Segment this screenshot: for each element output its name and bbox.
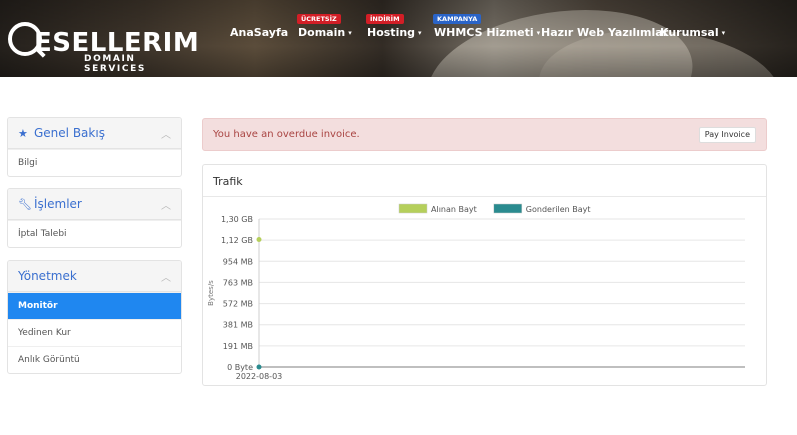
chevron-up-icon[interactable]: ︿: [161, 197, 171, 212]
nav-whmcs-label: WHMCS Hizmeti: [434, 26, 534, 39]
nav-home[interactable]: AnaSayfa: [230, 26, 288, 40]
panel-actions-header[interactable]: 🔧︎ İşlemler ︿: [8, 189, 181, 220]
legend-swatch: [493, 203, 523, 214]
site-logo[interactable]: ESELLERIM DOMAIN SERVICES: [8, 16, 199, 74]
alert-message: You have an overdue invoice.: [213, 129, 360, 140]
chevron-up-icon[interactable]: ︿: [161, 269, 171, 284]
sidebar-item-label: İptal Talebi: [18, 229, 67, 239]
panel-overview-title: ★ Genel Bakış: [18, 126, 105, 140]
traffic-card: Trafik 1,30 GB 1,12 GB 954 MB 763 MB 572 MB 3…: [202, 164, 767, 386]
chevron-down-icon: ▾: [721, 29, 726, 37]
nav-corporate[interactable]: Kurumsal ▾: [660, 26, 725, 40]
data-point: [256, 236, 262, 242]
panel-overview: ★ Genel Bakış ︿ Bilgi: [7, 117, 182, 177]
y-tick-label: 191 MB: [223, 342, 253, 351]
panel-manage: Yönetmek ︿ Monitör Yedinen Kur Anlık Gör…: [7, 260, 182, 374]
nav-home-label: AnaSayfa: [230, 26, 289, 39]
panel-manage-title: Yönetmek: [18, 269, 77, 283]
y-tick-label: 572 MB: [223, 300, 253, 309]
logo-tagline: DOMAIN SERVICES: [84, 54, 146, 74]
badge-campaign: KAMPANYA: [433, 14, 482, 24]
panel-actions-title-text: İşlemler: [34, 197, 82, 211]
legend-label: Gonderilen Bayt: [526, 205, 591, 214]
sidebar-item-label: Monitör: [18, 301, 58, 311]
sidebar-item-label: Bilgi: [18, 158, 38, 168]
chevron-down-icon: ▾: [348, 29, 352, 37]
badge-discount: İNDİRİM: [366, 14, 404, 24]
y-tick-label: 0 Byte: [227, 363, 253, 372]
nav-domain-label: Domain: [298, 26, 346, 39]
sidebar-item-monitor[interactable]: Monitör: [8, 292, 181, 319]
sidebar-item-label: Yedinen Kur: [18, 328, 71, 338]
sidebar-item-label: Anlık Görüntü: [18, 355, 80, 365]
nav-domain[interactable]: Domain ▾: [298, 26, 352, 40]
chevron-up-icon[interactable]: ︿: [161, 126, 171, 141]
nav-web-software-label: Hazır Web Yazılımlar: [541, 26, 669, 39]
overdue-invoice-alert: You have an overdue invoice. Pay Invoice: [202, 118, 767, 151]
sidebar-item-reinstall[interactable]: Yedinen Kur: [8, 319, 181, 346]
x-tick-label: 2022-08-03: [236, 372, 283, 381]
star-icon: ★: [18, 127, 28, 140]
pay-invoice-button[interactable]: Pay Invoice: [698, 127, 756, 143]
panel-overview-title-text: Genel Bakış: [34, 126, 105, 140]
y-tick-label: 381 MB: [223, 321, 253, 330]
sidebar-item-snapshot[interactable]: Anlık Görüntü: [8, 346, 181, 373]
traffic-card-header: Trafik: [203, 165, 766, 197]
panel-actions-title: 🔧︎ İşlemler: [18, 197, 82, 211]
nav-hosting[interactable]: Hosting ▾: [367, 26, 422, 40]
y-axis-label: Bytes/s: [207, 280, 215, 306]
y-tick-label: 1,12 GB: [221, 236, 253, 245]
data-point: [256, 364, 262, 370]
traffic-chart: 1,30 GB 1,12 GB 954 MB 763 MB 572 MB 381 MB 19…: [207, 203, 745, 381]
sidebar-item-cancel-request[interactable]: İptal Talebi: [8, 220, 181, 247]
chevron-down-icon: ▾: [536, 29, 541, 37]
traffic-title: Trafik: [213, 175, 243, 188]
legend-label: Alınan Bayt: [431, 205, 477, 214]
wrench-icon: 🔧︎: [18, 198, 32, 211]
nav-corporate-label: Kurumsal: [660, 26, 719, 39]
panel-manage-title-text: Yönetmek: [18, 269, 77, 283]
panel-overview-header[interactable]: ★ Genel Bakış ︿: [8, 118, 181, 149]
chevron-down-icon: ▾: [418, 29, 422, 37]
legend-swatch: [398, 203, 428, 214]
nav-whmcs[interactable]: WHMCS Hizmeti ▾: [434, 26, 540, 40]
sidebar-item-info[interactable]: Bilgi: [8, 149, 181, 176]
y-tick-label: 763 MB: [223, 278, 253, 287]
panel-actions: 🔧︎ İşlemler ︿ İptal Talebi: [7, 188, 182, 248]
badge-free: ÜCRETSİZ: [297, 14, 341, 24]
y-tick-label: 954 MB: [223, 257, 253, 266]
y-tick-label: 1,30 GB: [221, 215, 253, 224]
site-header: ESELLERIM DOMAIN SERVICES ÜCRETSİZ İNDİR…: [0, 0, 797, 77]
nav-web-software[interactable]: Hazır Web Yazılımlar: [541, 26, 668, 40]
nav-hosting-label: Hosting: [367, 26, 416, 39]
panel-manage-header[interactable]: Yönetmek ︿: [8, 261, 181, 292]
